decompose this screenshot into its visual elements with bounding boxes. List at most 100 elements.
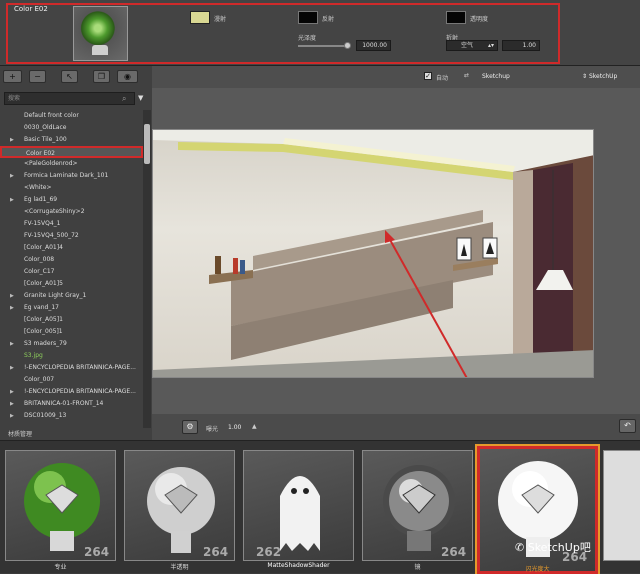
list-scrollbar-thumb[interactable] (144, 124, 150, 164)
settings-button[interactable]: ⚙ (182, 420, 198, 434)
add-material-button[interactable]: + (3, 70, 22, 83)
material-list-item[interactable]: [Color_A01]4 (0, 242, 143, 254)
material-list-item[interactable]: ▶ S3 maders_79 (0, 338, 143, 350)
material-list-item-label: Default front color (24, 112, 79, 119)
view-toolbar: ✓ 自动 ⇄ Sketchup ⇕ SketchUp (152, 66, 640, 88)
pick-material-button[interactable]: ↖ (61, 70, 78, 83)
material-list-item[interactable]: <White> (0, 182, 143, 194)
reflect-color-swatch[interactable] (298, 11, 318, 24)
diffuse-label: 漫射 (214, 16, 227, 23)
search-placeholder: 搜索 (8, 95, 21, 102)
chrome-sphere-preview: 264 (383, 465, 466, 559)
material-list-item[interactable]: ▶ !-ENCYCLOPEDIA BRITANNICA-PAGE... (0, 386, 143, 398)
view-bottom-bar: ⚙ 曝光 1.00 ▲ ↶ (152, 414, 640, 440)
expand-arrow-icon[interactable]: ▶ (10, 194, 14, 206)
material-list-item[interactable]: FV-15VQ4_1 (0, 218, 143, 230)
diffuse-color-swatch[interactable] (190, 11, 210, 24)
room-render-image (153, 130, 593, 377)
expand-arrow-icon[interactable]: ▶ (10, 290, 14, 302)
material-list-item[interactable]: Color_007 (0, 374, 143, 386)
grey-sphere-preview: 264 (147, 467, 228, 559)
material-list-item[interactable]: ▶ Granite Light Gray_1 (0, 290, 143, 302)
expand-arrow-icon[interactable]: ▶ (10, 338, 14, 350)
preview-toggle-button[interactable]: ◉ (117, 70, 138, 83)
exposure-value[interactable]: 1.00 (228, 424, 241, 431)
expand-arrow-icon[interactable]: ▶ (10, 398, 14, 410)
material-list-item-label: Eg lad1_69 (24, 196, 58, 203)
material-list-item[interactable]: [Color_A01]5 (0, 278, 143, 290)
expand-arrow-icon[interactable]: ▶ (10, 302, 14, 314)
material-properties-panel: Color E02 漫射 反射 透明度 光泽度 1000.00 折射 空气 ▴▾ … (0, 0, 640, 66)
dropdown-arrow-icon[interactable]: ▼ (138, 94, 143, 102)
material-list-item[interactable]: Color_C17 (0, 266, 143, 278)
gloss-slider-knob[interactable] (344, 42, 351, 49)
library-card-2[interactable]: 264 (124, 450, 235, 561)
left-status-text: 材质管理 (8, 431, 33, 438)
auto-checkbox[interactable]: ✓ (424, 72, 432, 80)
expand-arrow-icon[interactable]: ▶ (10, 410, 14, 422)
remove-material-button[interactable]: − (29, 70, 46, 83)
search-input[interactable]: 搜索 (4, 92, 135, 105)
material-list-item[interactable]: FV-15VQ4_500_72 (0, 230, 143, 242)
material-list-item[interactable]: [Color_005]1 (0, 326, 143, 338)
material-list-item[interactable]: 0030_OldLace (0, 122, 143, 134)
material-list-item[interactable]: ▶ Formica Laminate Dark_101 (0, 170, 143, 182)
add-material-label: + (9, 72, 16, 81)
material-list-item-label: !-ENCYCLOPEDIA BRITANNICA-PAGE... (24, 364, 136, 371)
material-list-item-label: <CorrugateShiny>2 (24, 208, 85, 215)
refract-value-field[interactable]: 1.00 (502, 40, 540, 51)
green-sphere-preview: 264 (24, 463, 109, 559)
expand-arrow-icon[interactable]: ▶ (10, 134, 14, 146)
gloss-slider-track[interactable] (298, 45, 350, 47)
material-list-item[interactable]: <CorrugateShiny>2 (0, 206, 143, 218)
material-list-item[interactable]: Default front color (0, 110, 143, 122)
material-list-item[interactable]: ▶ Eg lad1_69 (0, 194, 143, 206)
eye-icon: ◉ (124, 72, 131, 81)
material-list-item-label: FV-15VQ4_500_72 (24, 232, 79, 239)
material-list-item[interactable]: ▶ Basic Tile_100 (0, 134, 143, 146)
renderer-select[interactable]: ⇕ SketchUp (582, 73, 617, 80)
library-card-6-partial[interactable] (603, 450, 640, 561)
undo-button[interactable]: ↶ (619, 419, 636, 433)
material-list-item-label: Color_007 (24, 376, 55, 383)
material-list-item[interactable]: [Color_A05]1 (0, 314, 143, 326)
refract-preset-select[interactable]: 空气 ▴▾ (446, 40, 498, 51)
material-list-item-label: Granite Light Gray_1 (24, 292, 87, 299)
library-card-label-3: MatteShadowShader (267, 562, 330, 569)
source-label[interactable]: Sketchup (482, 73, 510, 80)
material-list-item[interactable]: ▶ BRITANNICA-01-FRONT_14 (0, 398, 143, 410)
material-list-item-label: FV-15VQ4_1 (24, 220, 61, 227)
material-list-item[interactable]: ▶ Eg vand_17 (0, 302, 143, 314)
duplicate-button[interactable]: ❐ (93, 70, 110, 83)
watermark-text: SketchUp吧 (527, 541, 591, 554)
material-list-item[interactable]: ▶ DSC01009_13 (0, 410, 143, 422)
material-list-item[interactable]: <PaleGoldenrod> (0, 158, 143, 170)
render-view-panel: ✓ 自动 ⇄ Sketchup ⇕ SketchUp ⚙ 曝光 1.00 ▲ ↶ (152, 66, 640, 440)
opacity-label: 透明度 (470, 16, 489, 23)
library-card-1[interactable]: 264 (5, 450, 116, 561)
expand-arrow-icon[interactable]: ▶ (10, 170, 14, 182)
material-list-item[interactable]: Color_008 (0, 254, 143, 266)
search-icon[interactable]: ⌕ (122, 94, 126, 104)
gloss-value-field[interactable]: 1000.00 (356, 40, 391, 51)
wechat-icon: ✆ (515, 541, 525, 554)
watermark: ✆ SketchUp吧 (515, 539, 591, 555)
library-card-3[interactable]: 262 (243, 450, 354, 561)
material-list-item[interactable]: ▶ !-ENCYCLOPEDIA BRITANNICA-PAGE... (0, 362, 143, 374)
exposure-up-icon[interactable]: ▲ (252, 423, 257, 430)
library-card-4[interactable]: 264 (362, 450, 473, 561)
material-list-item-label: <White> (24, 184, 52, 191)
expand-arrow-icon[interactable]: ▶ (10, 386, 14, 398)
remove-material-label: − (34, 72, 41, 81)
material-list-item-selected[interactable]: Color E02 (0, 146, 143, 158)
material-list-item-label: [Color_A01]4 (24, 244, 63, 251)
material-list-item-label: !-ENCYCLOPEDIA BRITANNICA-PAGE... (24, 388, 136, 395)
render-preview[interactable] (152, 129, 594, 378)
gloss-label: 光泽度 (298, 35, 317, 42)
library-card-label-5: 闪光度大 (525, 566, 550, 573)
expand-arrow-icon[interactable]: ▶ (10, 362, 14, 374)
library-card-label-4: 镜 (414, 564, 421, 571)
material-list-item[interactable]: S3.jpg (0, 350, 143, 362)
reflect-label: 反射 (322, 16, 335, 23)
opacity-color-swatch[interactable] (446, 11, 466, 24)
